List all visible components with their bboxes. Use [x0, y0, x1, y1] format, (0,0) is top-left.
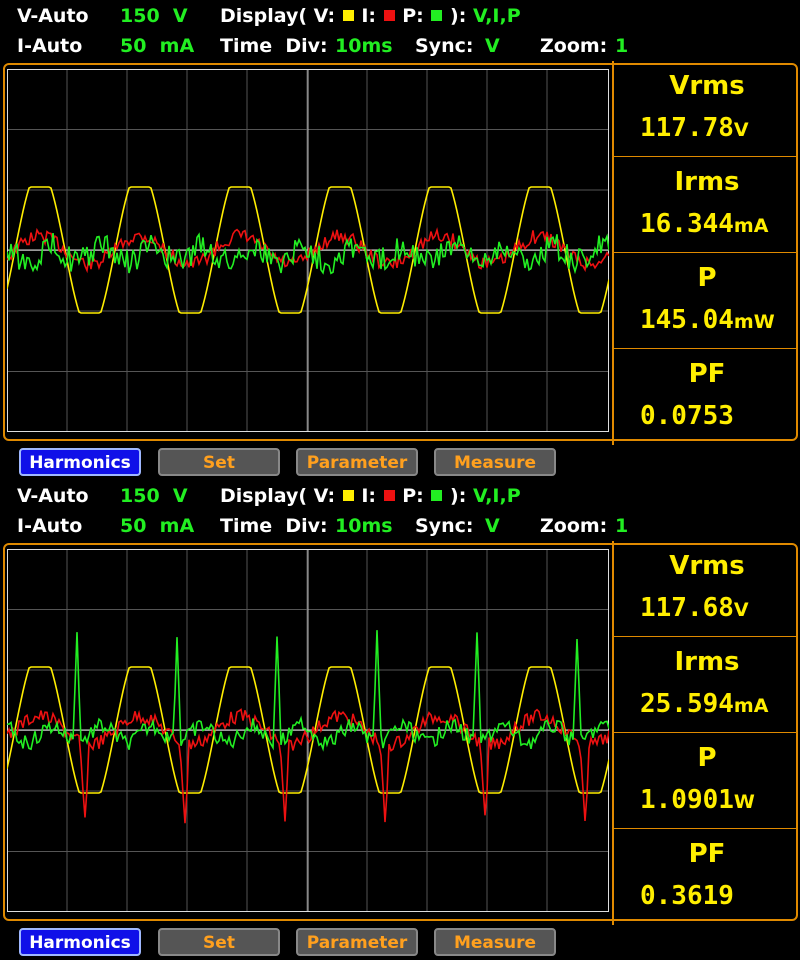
irms-unit: mA [733, 695, 769, 717]
harmonics-button[interactable]: Harmonics [19, 448, 141, 476]
pf-value: 0.0753 [640, 401, 734, 431]
current-swatch-icon [383, 9, 395, 21]
vrms-label: Vrms [669, 71, 745, 101]
current-label: I: [361, 5, 376, 27]
power-unit: mW [733, 311, 775, 333]
display-value: V,I,P [472, 5, 521, 27]
pf-label: PF [688, 839, 726, 869]
irms-readout: Irms 16.344mA [612, 157, 798, 253]
power-readout: P 1.0901W [612, 733, 798, 829]
i-auto-label: I-Auto [17, 515, 83, 537]
display-label: Display( V: [220, 485, 336, 507]
vrms-readout: Vrms 117.68V [612, 541, 798, 637]
power-label: P: [402, 5, 424, 27]
waveform-display[interactable] [7, 69, 609, 432]
power-label: P: [402, 485, 424, 507]
display-value: V,I,P [472, 485, 521, 507]
vrms-readout: Vrms 117.78V [612, 61, 798, 157]
power-readout: P 145.04mW [612, 253, 798, 349]
power-label-readout: P [697, 263, 717, 293]
v-range[interactable]: 150 V [120, 484, 188, 508]
zoom-value[interactable]: 1 [615, 34, 628, 58]
i-range[interactable]: 50 mA [120, 514, 194, 538]
power-value: 1.0901 [640, 785, 734, 815]
vrms-value: 117.68 [640, 593, 734, 623]
i-auto-label: I-Auto [17, 35, 83, 57]
zoom-label: Zoom: [540, 515, 608, 537]
irms-readout: Irms 25.594mA [612, 637, 798, 733]
power-swatch-icon [431, 9, 443, 21]
pf-value: 0.3619 [640, 881, 734, 911]
sync-label: Sync: [415, 515, 474, 537]
voltage-swatch-icon [342, 489, 354, 501]
irms-unit: mA [733, 215, 769, 237]
power-swatch-icon [431, 489, 443, 501]
display-close: ): [450, 5, 467, 27]
zoom-label: Zoom: [540, 35, 608, 57]
power-value: 145.04 [640, 305, 734, 335]
sync-value[interactable]: V [485, 34, 500, 58]
power-label-readout: P [697, 743, 717, 773]
v-auto-label: V-Auto [17, 5, 89, 27]
sync-value[interactable]: V [485, 514, 500, 538]
time-div-value[interactable]: 10ms [335, 34, 393, 58]
measure-button[interactable]: Measure [434, 928, 556, 956]
power-unit: W [733, 791, 755, 813]
display-selector[interactable]: Display( V: I: P: ): V,I,P [220, 484, 521, 508]
v-auto-label: V-Auto [17, 485, 89, 507]
time-div-label: Time Div: [220, 35, 328, 57]
analyzer-panel-1: V-Auto 150 V Display( V: I: P: ): V,I,P … [0, 0, 800, 480]
v-range[interactable]: 150 V [120, 4, 188, 28]
pf-readout: PF 0.3619 [612, 829, 798, 925]
vrms-value: 117.78 [640, 113, 734, 143]
irms-value: 25.594 [640, 689, 734, 719]
waveform-display[interactable] [7, 549, 609, 912]
current-swatch-icon [383, 489, 395, 501]
irms-label: Irms [674, 167, 740, 197]
parameter-button[interactable]: Parameter [296, 928, 418, 956]
voltage-swatch-icon [342, 9, 354, 21]
vrms-unit: V [733, 599, 749, 621]
current-label: I: [361, 485, 376, 507]
zoom-value[interactable]: 1 [615, 514, 628, 538]
parameter-button[interactable]: Parameter [296, 448, 418, 476]
vrms-label: Vrms [669, 551, 745, 581]
time-div-value[interactable]: 10ms [335, 514, 393, 538]
time-div-label: Time Div: [220, 515, 328, 537]
display-close: ): [450, 485, 467, 507]
i-range[interactable]: 50 mA [120, 34, 194, 58]
pf-label: PF [688, 359, 726, 389]
display-label: Display( V: [220, 5, 336, 27]
analyzer-panel-2: V-Auto 150 V Display( V: I: P: ): V,I,P … [0, 480, 800, 960]
irms-label: Irms [674, 647, 740, 677]
measure-button[interactable]: Measure [434, 448, 556, 476]
sync-label: Sync: [415, 35, 474, 57]
set-button[interactable]: Set [158, 448, 280, 476]
harmonics-button[interactable]: Harmonics [19, 928, 141, 956]
irms-value: 16.344 [640, 209, 734, 239]
set-button[interactable]: Set [158, 928, 280, 956]
pf-readout: PF 0.0753 [612, 349, 798, 445]
vrms-unit: V [733, 119, 749, 141]
display-selector[interactable]: Display( V: I: P: ): V,I,P [220, 4, 521, 28]
